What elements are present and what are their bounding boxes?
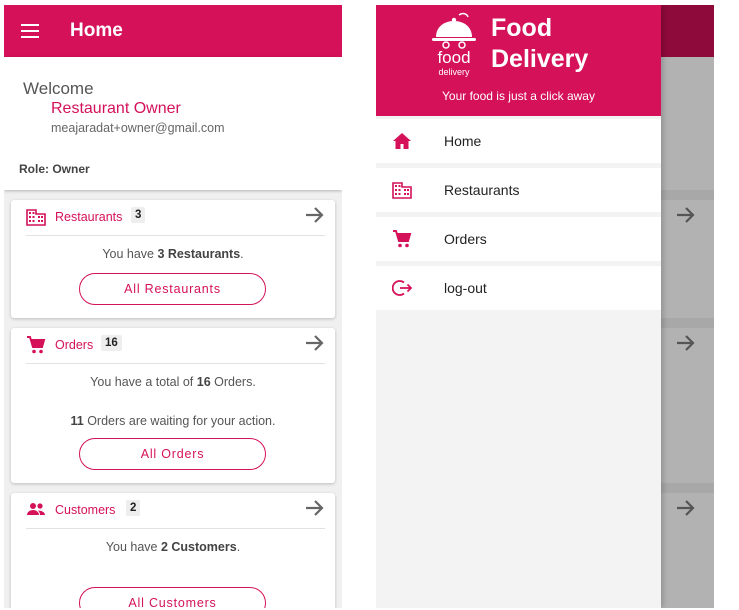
customers-summary: You have 2 Customers. [105, 540, 241, 554]
navigation-drawer: food delivery Food Delivery Your food is… [376, 5, 661, 608]
arrow-right-icon [677, 207, 695, 223]
card-divider [26, 363, 325, 364]
restaurants-count-badge: 3 [131, 207, 146, 223]
logout-icon [392, 280, 412, 296]
arrow-right-icon [677, 335, 695, 351]
people-icon [27, 503, 45, 515]
cart-icon [393, 230, 412, 248]
home-icon [393, 133, 411, 149]
restaurants-summary: You have 3 Restaurants. [102, 247, 244, 261]
arrow-right-icon [677, 500, 695, 516]
page-title: Home [70, 20, 123, 41]
orders-count-badge: 16 [101, 335, 122, 351]
owner-email: meajaradat+owner@gmail.com [51, 121, 225, 135]
drawer-item-label: log-out [444, 280, 487, 296]
restaurants-card: Restaurants 3 You have 3 Restaurants. Al… [11, 200, 335, 318]
customers-card-label: Customers [55, 503, 116, 517]
welcome-card: Welcome Restaurant Owner meajaradat+owne… [4, 57, 342, 190]
arrow-right-icon[interactable] [305, 499, 325, 517]
drawer-screen: food delivery Food Delivery Your food is… [376, 5, 714, 608]
building-icon [392, 182, 412, 199]
customers-card: Customers 2 You have 2 Customers. All Cu… [11, 493, 335, 608]
drawer-item-logout[interactable]: log-out [376, 266, 661, 310]
welcome-title: Welcome [23, 79, 94, 98]
all-restaurants-button[interactable]: All Restaurants [79, 273, 266, 305]
orders-card: Orders 16 You have a total of 16 Orders.… [11, 328, 335, 483]
all-customers-button[interactable]: All Customers [79, 587, 266, 608]
building-icon [26, 209, 46, 226]
logo-text-delivery: delivery [438, 67, 470, 77]
menu-button[interactable] [4, 5, 56, 57]
orders-card-label: Orders [55, 338, 94, 352]
orders-total-summary: You have a total of 16 Orders. [90, 375, 256, 389]
orders-waiting-summary: 11 Orders are waiting for your action. [70, 414, 276, 428]
cloche-icon [432, 12, 476, 49]
home-screen: Home Welcome Restaurant Owner meajaradat… [4, 5, 342, 608]
drawer-item-orders[interactable]: Orders [376, 217, 661, 261]
drawer-header: food delivery Food Delivery Your food is… [376, 5, 661, 116]
brand-name: Food Delivery [491, 14, 589, 73]
drawer-item-home[interactable]: Home [376, 119, 661, 163]
customers-card-header: Customers 2 [11, 493, 335, 529]
user-role: Role: Owner [19, 162, 90, 176]
owner-name: Restaurant Owner [51, 100, 181, 117]
customers-count-badge: 2 [126, 500, 141, 516]
card-divider [26, 528, 325, 529]
tagline: Your food is just a click away [442, 89, 595, 103]
restaurants-card-header: Restaurants 3 [11, 200, 335, 236]
app-bar: Home [4, 5, 342, 57]
drawer-item-label: Home [444, 133, 482, 149]
drawer-item-label: Orders [444, 231, 487, 247]
all-orders-button[interactable]: All Orders [79, 438, 266, 470]
restaurants-card-label: Restaurants [55, 210, 123, 224]
arrow-right-icon[interactable] [305, 334, 325, 352]
drawer-item-label: Restaurants [444, 182, 520, 198]
orders-card-header: Orders 16 [11, 328, 335, 364]
menu-icon [21, 24, 39, 38]
arrow-right-icon[interactable] [305, 206, 325, 224]
cart-icon [27, 336, 46, 354]
card-divider [26, 235, 325, 236]
food-delivery-logo: food delivery [428, 11, 480, 81]
drawer-item-restaurants[interactable]: Restaurants [376, 168, 661, 212]
logo-text-food: food [437, 48, 471, 67]
